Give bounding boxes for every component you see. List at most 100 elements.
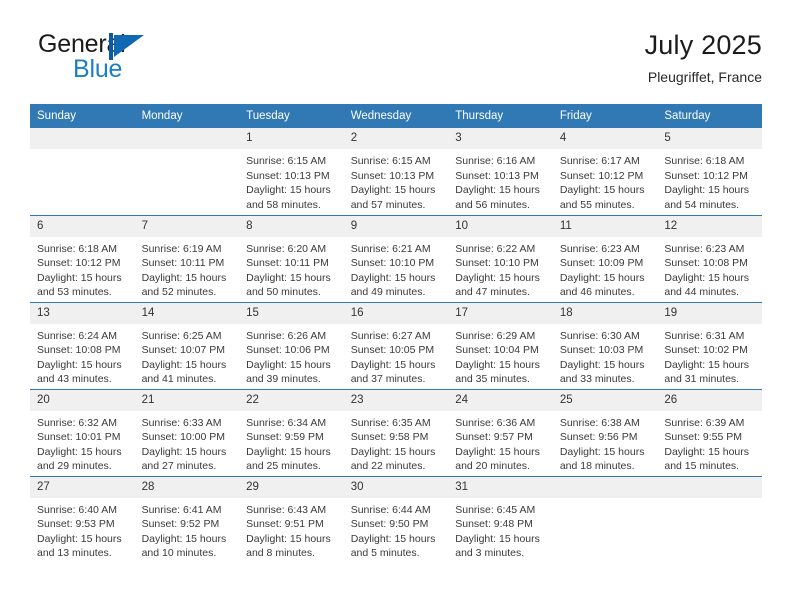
day-number: 9: [343, 215, 449, 237]
sunset-text: Sunset: 9:52 PM: [141, 518, 220, 531]
calendar-day-cell[interactable]: 1 Sunrise: 6:15 AM Sunset: 10:13 PM Dayligh…: [239, 128, 344, 215]
sunset-text: Sunset: 10:03 PM: [559, 344, 644, 357]
weekday-header-wednesday: Wednesday: [343, 104, 449, 128]
page-title: July 2025: [644, 30, 762, 60]
weekday-header-monday: Monday: [134, 104, 240, 128]
calendar-day-cell-empty: [657, 475, 762, 563]
day-sun-info: Sunrise: 6:32 AM Sunset: 10:01 PM Daylight…: [30, 411, 135, 474]
day-sun-info: Sunrise: 6:26 AM Sunset: 10:06 PM Daylight…: [239, 324, 344, 387]
day-number: 20: [30, 389, 135, 411]
day-number: [657, 476, 762, 498]
calendar-day-cell[interactable]: 8 Sunrise: 6:20 AM Sunset: 10:11 PM Dayligh…: [239, 214, 344, 302]
calendar-day-cell[interactable]: 23 Sunrise: 6:35 AM Sunset: 9:58 PM Dayligh…: [343, 388, 449, 476]
day-sun-info: Sunrise: 6:29 AM Sunset: 10:04 PM Daylight…: [448, 324, 553, 387]
calendar-day-cell[interactable]: 20 Sunrise: 6:32 AM Sunset: 10:01 PM Daylig…: [30, 388, 135, 476]
day-number: 4: [552, 128, 658, 149]
calendar-day-cell[interactable]: 24 Sunrise: 6:36 AM Sunset: 9:57 PM Dayligh…: [448, 388, 553, 476]
day-number: 12: [657, 215, 762, 237]
day-sun-info: Sunrise: 6:16 AM Sunset: 10:13 PM Daylight…: [448, 149, 553, 212]
calendar-day-cell[interactable]: 26 Sunrise: 6:39 AM Sunset: 9:55 PM Dayligh…: [657, 388, 762, 476]
day-number: 24: [448, 389, 553, 411]
day-sun-info: Sunrise: 6:31 AM Sunset: 10:02 PM Daylight…: [657, 324, 762, 387]
calendar-day-cell[interactable]: 21 Sunrise: 6:33 AM Sunset: 10:00 PM Daylig…: [134, 388, 240, 476]
calendar-day-cell[interactable]: 6 Sunrise: 6:18 AM Sunset: 10:12 PM Dayligh…: [30, 214, 135, 302]
calendar-day-cell[interactable]: 25 Sunrise: 6:38 AM Sunset: 9:56 PM Dayligh…: [552, 388, 658, 476]
sunrise-text: Sunrise: 6:19 AM: [141, 242, 222, 255]
sunrise-text: Sunrise: 6:45 AM: [455, 503, 536, 516]
day-number: 2: [343, 128, 449, 149]
calendar-day-cell[interactable]: 19 Sunrise: 6:31 AM Sunset: 10:02 PM Daylig…: [657, 301, 762, 389]
calendar-day-cell[interactable]: 9 Sunrise: 6:21 AM Sunset: 10:10 PM Dayligh…: [343, 214, 449, 302]
calendar-day-cell[interactable]: 5 Sunrise: 6:18 AM Sunset: 10:12 PM Dayligh…: [657, 128, 762, 215]
calendar-day-cell[interactable]: 10 Sunrise: 6:22 AM Sunset: 10:10 PM Daylig…: [448, 214, 553, 302]
calendar-week-row: 1 Sunrise: 6:15 AM Sunset: 10:13 PM Dayligh…: [30, 128, 762, 215]
day-sun-info: Sunrise: 6:17 AM Sunset: 10:12 PM Daylight…: [553, 149, 658, 212]
day-number: 16: [343, 302, 449, 324]
sunset-text: Sunset: 9:56 PM: [559, 431, 638, 444]
daylight-text: Daylight: 15 hours and 29 minutes.: [37, 445, 122, 473]
calendar-day-cell[interactable]: 28 Sunrise: 6:41 AM Sunset: 9:52 PM Dayligh…: [134, 475, 240, 563]
calendar-day-cell[interactable]: 30 Sunrise: 6:44 AM Sunset: 9:50 PM Dayligh…: [343, 475, 449, 563]
sunset-text: Sunset: 10:13 PM: [455, 169, 539, 182]
day-sun-info: Sunrise: 6:39 AM Sunset: 9:55 PM Daylight:…: [657, 411, 762, 474]
calendar-day-cell[interactable]: 29 Sunrise: 6:43 AM Sunset: 9:51 PM Dayligh…: [239, 475, 344, 563]
sunrise-text: Sunrise: 6:39 AM: [664, 416, 745, 429]
day-sun-info: Sunrise: 6:40 AM Sunset: 9:53 PM Daylight:…: [30, 498, 135, 561]
sunset-text: Sunset: 10:05 PM: [350, 344, 435, 357]
sunset-text: Sunset: 10:06 PM: [246, 344, 330, 357]
day-number: 7: [134, 215, 240, 237]
sunset-text: Sunset: 10:08 PM: [664, 257, 748, 270]
calendar-day-cell[interactable]: 3 Sunrise: 6:16 AM Sunset: 10:13 PM Dayligh…: [448, 128, 553, 215]
calendar-day-cell[interactable]: 4 Sunrise: 6:17 AM Sunset: 10:12 PM Dayligh…: [552, 128, 658, 215]
sunset-text: Sunset: 10:12 PM: [559, 169, 644, 182]
calendar-day-cell[interactable]: 27 Sunrise: 6:40 AM Sunset: 9:53 PM Dayligh…: [30, 475, 135, 563]
day-sun-info: Sunrise: 6:21 AM Sunset: 10:10 PM Daylight…: [344, 237, 449, 300]
sunset-text: Sunset: 10:00 PM: [141, 431, 226, 444]
sunset-text: Sunset: 9:55 PM: [664, 431, 743, 444]
sunrise-text: Sunrise: 6:33 AM: [141, 416, 222, 429]
sunset-text: Sunset: 9:59 PM: [246, 431, 324, 444]
sunrise-text: Sunrise: 6:15 AM: [246, 155, 327, 167]
calendar-day-cell[interactable]: 11 Sunrise: 6:23 AM Sunset: 10:09 PM Daylig…: [552, 214, 658, 302]
calendar-day-cell[interactable]: 31 Sunrise: 6:45 AM Sunset: 9:48 PM Dayligh…: [448, 475, 553, 563]
day-sun-info: Sunrise: 6:45 AM Sunset: 9:48 PM Daylight:…: [448, 498, 553, 561]
calendar-day-cell[interactable]: 14 Sunrise: 6:25 AM Sunset: 10:07 PM Daylig…: [134, 301, 240, 389]
daylight-text: Daylight: 15 hours and 35 minutes.: [455, 358, 540, 386]
calendar-day-cell[interactable]: 18 Sunrise: 6:30 AM Sunset: 10:03 PM Daylig…: [552, 301, 658, 389]
sunset-text: Sunset: 9:51 PM: [246, 518, 324, 531]
sunrise-text: Sunrise: 6:27 AM: [350, 329, 431, 342]
calendar-day-cell[interactable]: 16 Sunrise: 6:27 AM Sunset: 10:05 PM Daylig…: [343, 301, 449, 389]
calendar-day-cell[interactable]: 2 Sunrise: 6:15 AM Sunset: 10:13 PM Dayligh…: [343, 128, 449, 215]
sunrise-text: Sunrise: 6:25 AM: [141, 329, 222, 342]
sunset-text: Sunset: 9:50 PM: [350, 518, 429, 531]
day-number: 29: [239, 476, 344, 498]
weekday-header-friday: Friday: [552, 104, 658, 128]
day-number: 27: [30, 476, 135, 498]
calendar-day-cell[interactable]: 17 Sunrise: 6:29 AM Sunset: 10:04 PM Daylig…: [448, 301, 553, 389]
calendar-day-cell-empty: [134, 128, 240, 215]
sunset-text: Sunset: 10:09 PM: [559, 257, 644, 270]
calendar-day-cell[interactable]: 22 Sunrise: 6:34 AM Sunset: 9:59 PM Dayligh…: [239, 388, 344, 476]
calendar-week-row: 27 Sunrise: 6:40 AM Sunset: 9:53 PM Dayligh…: [30, 475, 762, 563]
sunset-text: Sunset: 10:11 PM: [141, 257, 225, 270]
day-number: 25: [552, 389, 658, 411]
sunset-text: Sunset: 10:07 PM: [141, 344, 226, 357]
daylight-text: Daylight: 15 hours and 47 minutes.: [455, 271, 540, 299]
day-sun-info: Sunrise: 6:24 AM Sunset: 10:08 PM Daylight…: [30, 324, 135, 387]
calendar-day-cell[interactable]: 13 Sunrise: 6:24 AM Sunset: 10:08 PM Daylig…: [30, 301, 135, 389]
daylight-text: Daylight: 15 hours and 10 minutes.: [141, 532, 227, 560]
calendar-day-cell[interactable]: 15 Sunrise: 6:26 AM Sunset: 10:06 PM Daylig…: [239, 301, 344, 389]
day-sun-info: Sunrise: 6:25 AM Sunset: 10:07 PM Daylight…: [135, 324, 240, 387]
sunset-text: Sunset: 10:10 PM: [455, 257, 539, 270]
sunset-text: Sunset: 10:04 PM: [455, 344, 539, 357]
brand-logo[interactable]: General Blue: [38, 30, 268, 88]
daylight-text: Daylight: 15 hours and 8 minutes.: [246, 532, 331, 560]
day-number: 3: [448, 128, 553, 149]
calendar-day-cell[interactable]: 12 Sunrise: 6:23 AM Sunset: 10:08 PM Daylig…: [657, 214, 762, 302]
sunset-text: Sunset: 10:12 PM: [664, 169, 748, 182]
calendar-day-cell[interactable]: 7 Sunrise: 6:19 AM Sunset: 10:11 PM Dayligh…: [134, 214, 240, 302]
day-sun-info: Sunrise: 6:27 AM Sunset: 10:05 PM Daylight…: [344, 324, 449, 387]
day-number: 18: [552, 302, 658, 324]
daylight-text: Daylight: 15 hours and 56 minutes.: [455, 184, 540, 211]
daylight-text: Daylight: 15 hours and 44 minutes.: [664, 271, 750, 299]
